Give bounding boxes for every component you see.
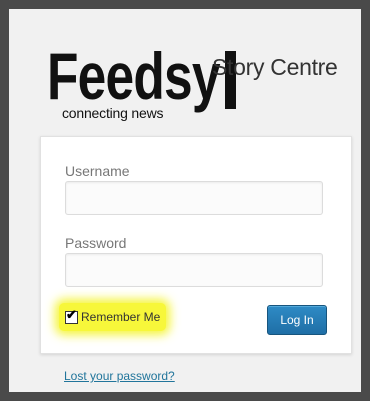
password-label: Password	[65, 235, 127, 251]
password-field[interactable]	[65, 253, 323, 287]
checkmark-icon: ✔	[66, 306, 77, 322]
username-label: Username	[65, 163, 130, 179]
remember-me-label[interactable]: Remember Me	[81, 310, 160, 324]
remember-me-checkbox[interactable]: ✔ Remember Me	[59, 303, 167, 331]
login-form: Username Password ✔ Remember Me Log In	[40, 136, 352, 354]
logo-subtitle: Story Centre	[212, 54, 338, 80]
logo-wordmark: Feedsy	[47, 39, 221, 113]
username-field[interactable]	[65, 181, 323, 215]
lost-password-link[interactable]: Lost your password?	[64, 369, 175, 383]
login-page: Feedsy connecting news Story Centre User…	[9, 9, 361, 392]
log-in-button[interactable]: Log In	[267, 305, 327, 335]
checkbox-icon[interactable]: ✔	[65, 307, 78, 324]
logo-tagline: connecting news	[62, 105, 164, 121]
